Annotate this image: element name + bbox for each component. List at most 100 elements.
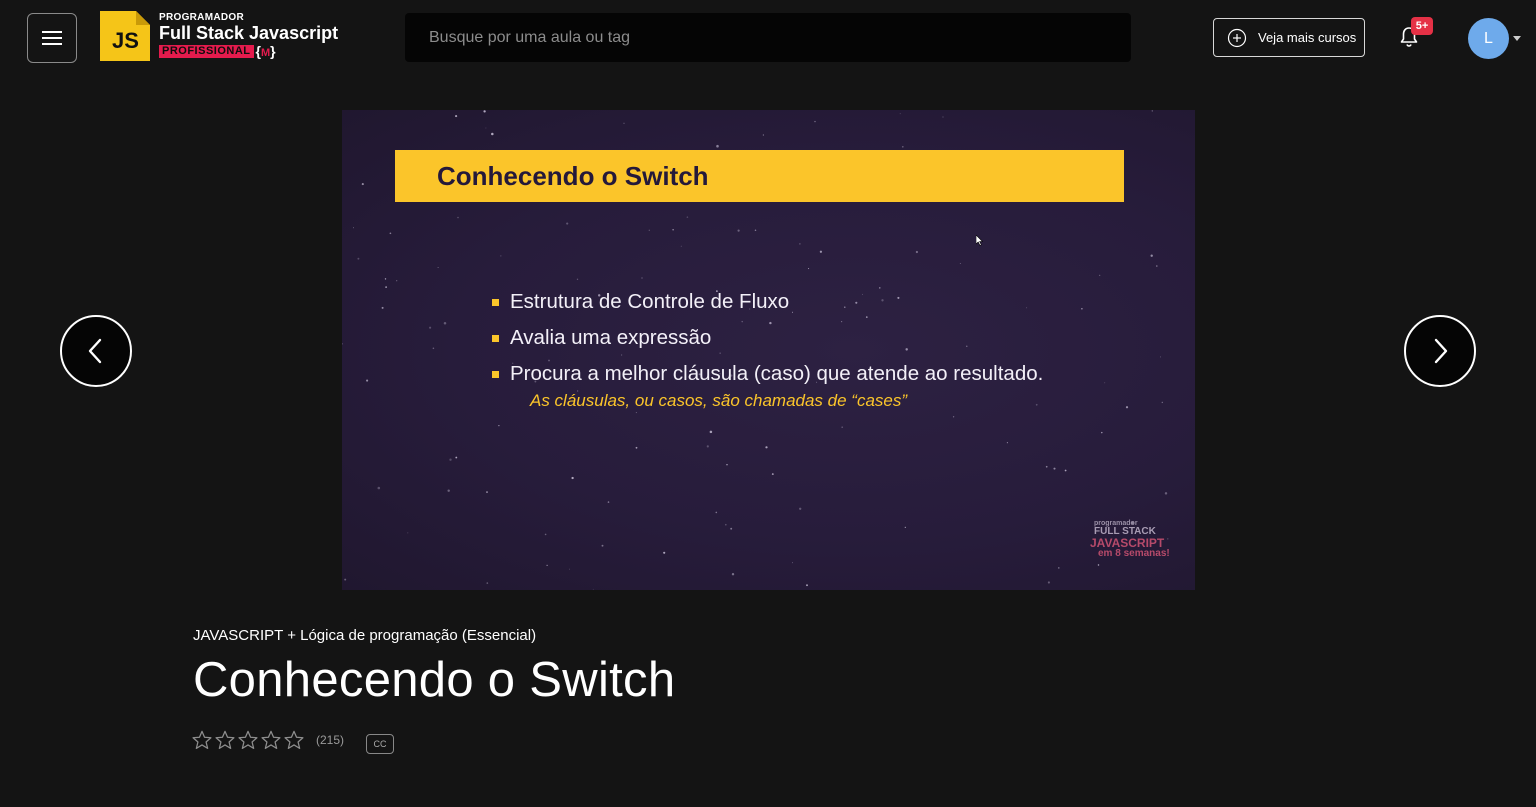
site-logo[interactable]: JS PROGRAMADOR Full Stack Javascript PRO… [100,11,338,61]
star-dot [1058,567,1060,569]
rating-count: (215) [316,733,345,747]
star-dot [457,216,459,219]
star-dot [730,527,733,530]
star-dot [808,268,810,270]
star-dot [1151,110,1153,112]
star-dot [486,582,489,584]
js-logo-icon: JS [100,11,150,61]
star-icon[interactable] [237,730,259,750]
star-dot [1161,401,1163,404]
star-dot [1035,403,1038,406]
star-dot [385,286,387,288]
logo-brace: {M} [256,44,276,59]
search-input[interactable] [405,13,1131,62]
star-dot [841,426,844,429]
star-dot [959,263,961,265]
js-logo-text: JS [112,28,139,53]
slide-bullet: Estrutura de Controle de Fluxo [492,284,1043,320]
star-dot [1006,442,1008,444]
star-dot [623,122,625,124]
notification-badge: 5+ [1411,17,1433,35]
star-dot [366,379,369,382]
star-dot [432,347,435,350]
bullet-square-icon [492,298,499,306]
star-dot [1164,492,1168,495]
star-dot [544,533,547,536]
caret-down-icon[interactable] [1513,36,1521,41]
star-dot [901,145,904,148]
logo-brace-inner: M [260,47,271,59]
slide-bullet-text: Estrutura de Controle de Fluxo [510,290,790,313]
closed-captions-badge: CC [366,734,394,754]
star-dot [601,544,604,547]
star-dot [1160,356,1161,358]
plus-circle-icon [1227,28,1247,47]
star-dot [771,473,774,476]
hamburger-icon [42,31,62,45]
star-dot [357,257,360,260]
star-dot [566,222,569,225]
star-dot [899,113,901,115]
star-dot [483,110,486,113]
star-dot [447,489,450,492]
star-dot [663,551,666,554]
star-dot [814,120,816,123]
star-dot [498,424,500,427]
menu-button[interactable] [27,13,77,63]
slide-bullet: Procura a melhor cláusula (caso) que ate… [492,356,1043,392]
star-dot [819,250,823,253]
star-dot [407,532,409,534]
video-player[interactable]: Conhecendo o Switch Estrutura de Control… [342,110,1195,590]
star-dot [1101,431,1103,434]
chevron-left-icon [88,338,102,364]
star-dot [942,116,944,118]
star-dot [396,280,398,282]
course-name[interactable]: JAVASCRIPT + Lógica de programação (Esse… [193,627,536,644]
star-dot [709,430,713,434]
top-header: JS PROGRAMADOR Full Stack Javascript PRO… [0,0,1536,76]
next-lesson-button[interactable] [1404,315,1476,387]
star-icon[interactable] [214,730,236,750]
slide-title: Conhecendo o Switch [437,160,709,191]
star-icon[interactable] [260,730,282,750]
star-dot [449,458,452,461]
previous-lesson-button[interactable] [60,315,132,387]
star-dot [352,227,355,229]
mouse-cursor-icon [976,235,984,246]
star-dot [546,564,548,567]
star-dot [389,232,392,235]
watermark-line4: em 8 semanas! [1098,548,1170,559]
more-courses-label: Veja mais cursos [1258,30,1357,45]
star-dot [762,134,765,136]
star-dot [1104,382,1106,384]
star-dot [592,588,594,590]
star-rating: (215) [191,730,344,750]
star-dot [1064,469,1067,472]
star-dot [429,326,432,329]
star-dot [641,277,643,279]
star-dot [1053,467,1056,470]
star-dot [737,229,740,232]
slide-bullet-list: Estrutura de Controle de Fluxo Avalia um… [492,284,1043,392]
logo-wordmark: PROGRAMADOR Full Stack Javascript PROFIS… [159,13,338,59]
logo-superscript: PROGRAMADOR [159,12,244,23]
star-dot [1125,406,1129,409]
more-courses-button[interactable]: Veja mais cursos [1213,18,1365,57]
slide-bullet: Avalia uma expressão [492,320,1043,356]
logo-sub-text: PROFISSIONAL [159,45,254,58]
avatar[interactable]: L [1468,18,1509,59]
star-dot [344,578,347,581]
bullet-square-icon [492,334,499,342]
star-dot [1097,564,1100,566]
logo-brace-close: } [270,43,276,59]
star-dot [765,446,768,449]
star-icon[interactable] [191,730,213,750]
star-dot [725,523,727,526]
star-dot [455,115,458,118]
bullet-square-icon [492,370,499,378]
star-dot [500,255,502,257]
star-dot [377,486,381,490]
star-dot [1156,265,1158,267]
star-icon[interactable] [283,730,305,750]
star-dot [361,183,364,186]
